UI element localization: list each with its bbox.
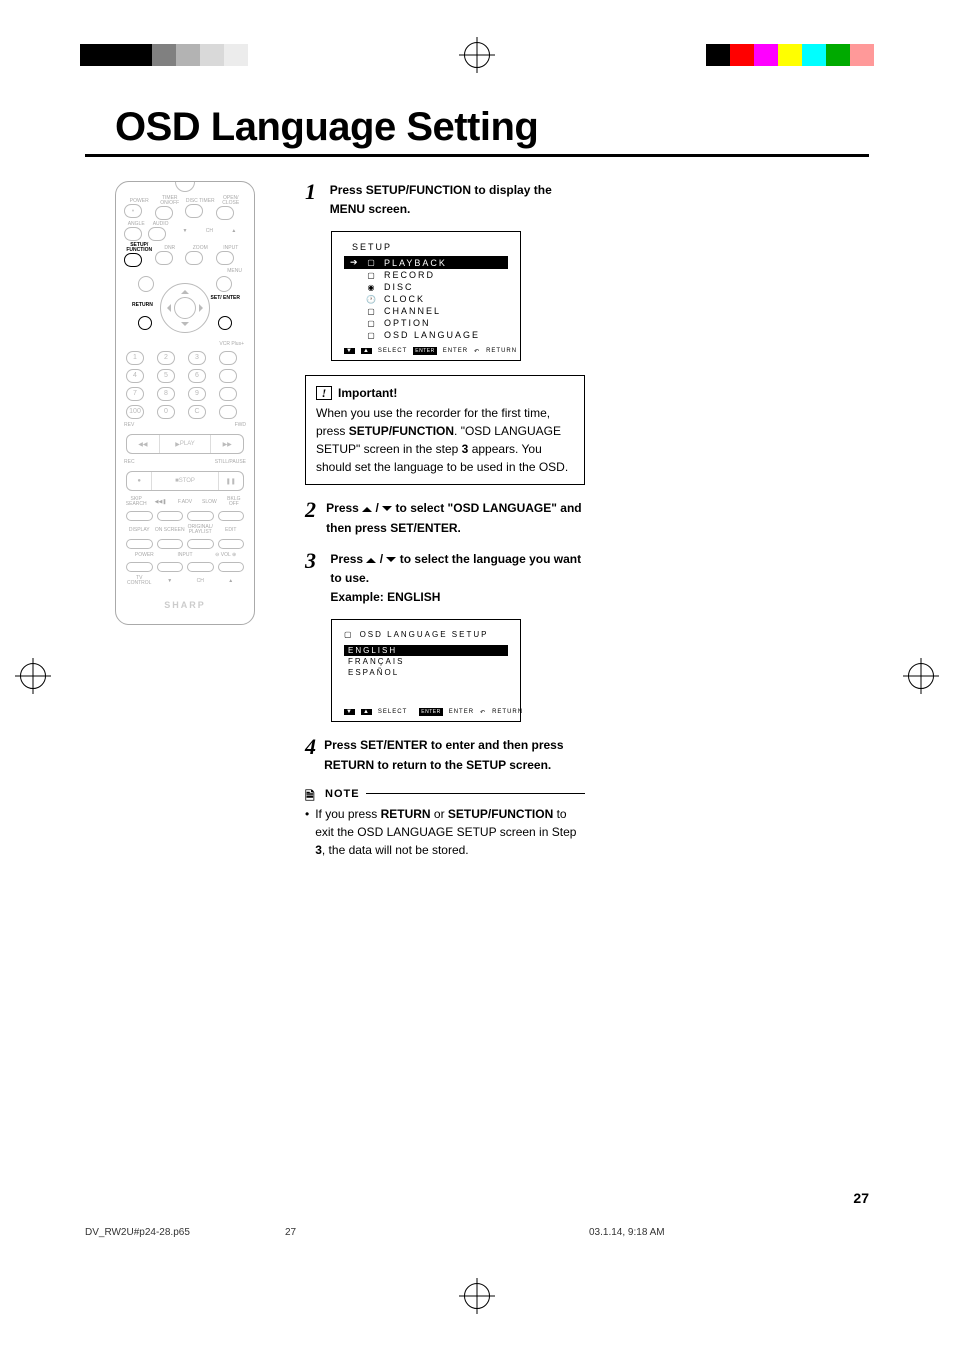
step-2: 2 Press / to select "OSD LANGUAGE" and t… <box>305 499 585 537</box>
important-note: ! Important! When you use the recorder f… <box>305 375 585 485</box>
osd-setup-screen: SETUP ➔▢PLAYBACK ▢RECORD ◉DISC 🕐CLOCK ▢C… <box>331 231 521 361</box>
page-title: OSD Language Setting <box>115 105 869 150</box>
note-heading: 🗎 NOTE <box>305 787 585 801</box>
side-registration-left-icon <box>20 663 46 689</box>
step-3: 3 Press / to select the language you wan… <box>305 550 585 608</box>
color-bar-right <box>706 44 874 66</box>
note-icon: 🗎 <box>305 787 319 801</box>
remote-brand: SHARP <box>124 600 246 610</box>
page-number: 27 <box>853 1190 869 1206</box>
arrow-down-icon <box>382 506 392 516</box>
title-rule <box>85 154 869 157</box>
reg-marks-bottom <box>0 1276 954 1316</box>
arrow-down-icon <box>386 557 396 567</box>
side-registration-right-icon <box>908 663 934 689</box>
important-icon: ! <box>316 386 332 400</box>
color-bar-left <box>80 44 248 66</box>
reg-marks-top <box>0 35 954 75</box>
step-4: 4 Press SET/ENTER to enter and then pres… <box>305 736 585 774</box>
arrow-up-icon <box>362 502 372 512</box>
step-1: 1 Press SETUP/FUNCTION to display the ME… <box>305 181 585 219</box>
osd-language-screen: ▢OSD LANGUAGE SETUP ENGLISH FRANÇAIS ESP… <box>331 619 521 722</box>
note-body: • If you press RETURN or SETUP/FUNCTION … <box>305 805 585 859</box>
registration-mark-icon <box>464 1283 490 1309</box>
remote-illustration: POWER TIMER ON/OFF DISC TIMER OPEN/ CLOS… <box>115 181 255 625</box>
registration-mark-icon <box>464 42 490 68</box>
arrow-up-icon <box>366 553 376 563</box>
print-footer: DV_RW2U#p24-28.p65 27 03.1.14, 9:18 AM <box>85 1227 869 1238</box>
